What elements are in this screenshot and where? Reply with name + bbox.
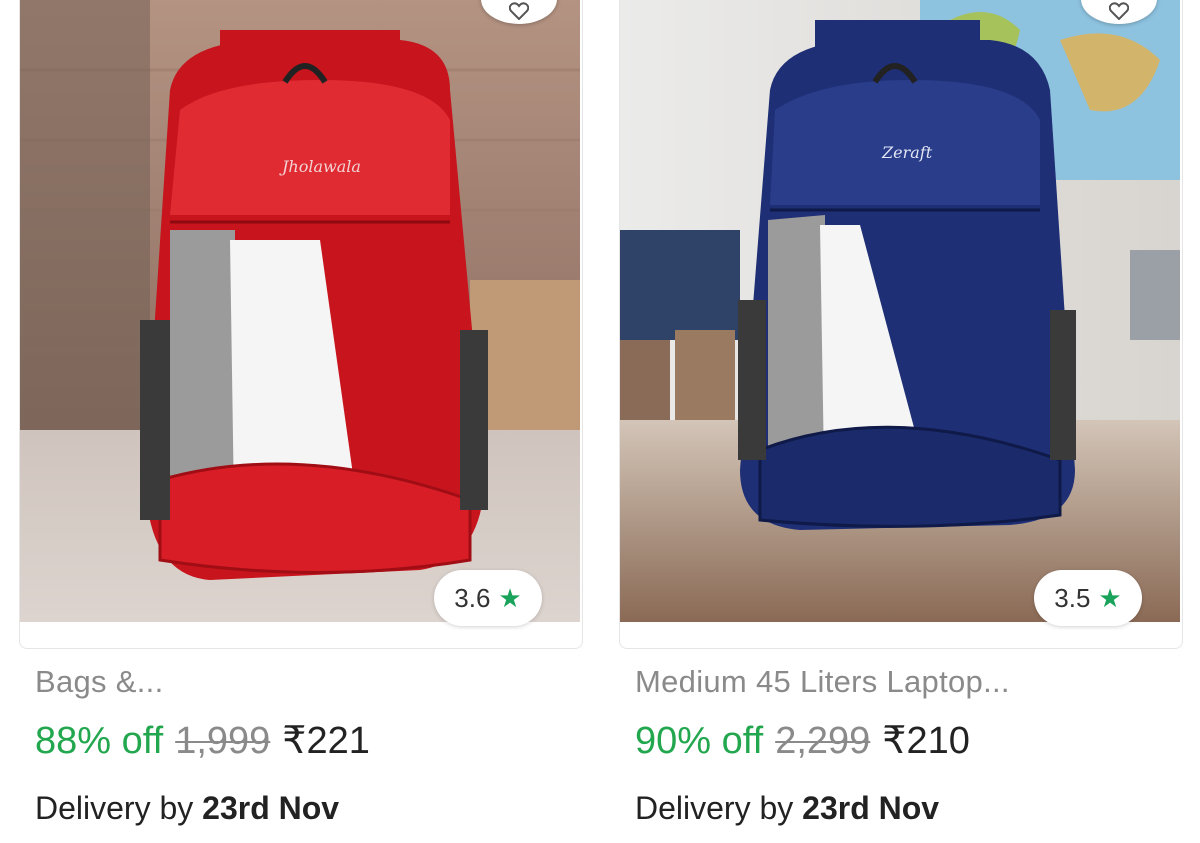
product-image-container[interactable]: Jholawala 3.6 ★	[19, 0, 583, 649]
rating-value: 3.6	[454, 582, 491, 613]
delivery-date: 23rd Nov	[802, 790, 940, 826]
product-title[interactable]: Medium 45 Liters Laptop...	[635, 664, 1010, 700]
brand-mark: Jholawala	[279, 157, 361, 176]
product-card[interactable]: Zeraft 3.5 ★ Medium 45 Liters Laptop... …	[619, 0, 1183, 843]
product-image[interactable]: Jholawala	[20, 0, 580, 622]
brand-mark: Zeraft	[881, 143, 933, 162]
heart-icon	[1109, 2, 1129, 20]
discount-percent: 90% off	[635, 720, 764, 762]
discount-percent: 88% off	[35, 720, 164, 762]
original-price: 2,299	[775, 720, 871, 762]
delivery-info: Delivery by 23rd Nov	[635, 790, 939, 827]
delivery-date: 23rd Nov	[202, 790, 340, 826]
product-image[interactable]: Zeraft	[620, 0, 1180, 622]
price-row: 90% off 2,299 ₹210	[635, 718, 970, 763]
rating-badge: 3.5 ★	[1034, 570, 1142, 626]
rating-value: 3.5	[1054, 582, 1091, 613]
star-icon: ★	[1098, 583, 1122, 613]
product-title[interactable]: Bags &...	[35, 664, 164, 700]
delivery-info: Delivery by 23rd Nov	[35, 790, 339, 827]
sale-price: ₹221	[282, 720, 370, 762]
product-card[interactable]: Jholawala 3.6 ★ Bags &... 88% off 1,999 …	[19, 0, 583, 843]
original-price: 1,999	[175, 720, 271, 762]
heart-icon	[509, 2, 529, 20]
delivery-prefix: Delivery by	[35, 790, 194, 826]
rating-badge: 3.6 ★	[434, 570, 542, 626]
delivery-prefix: Delivery by	[635, 790, 794, 826]
product-image-container[interactable]: Zeraft 3.5 ★	[619, 0, 1183, 649]
star-icon: ★	[498, 583, 522, 613]
sale-price: ₹210	[882, 720, 970, 762]
price-row: 88% off 1,999 ₹221	[35, 718, 370, 763]
